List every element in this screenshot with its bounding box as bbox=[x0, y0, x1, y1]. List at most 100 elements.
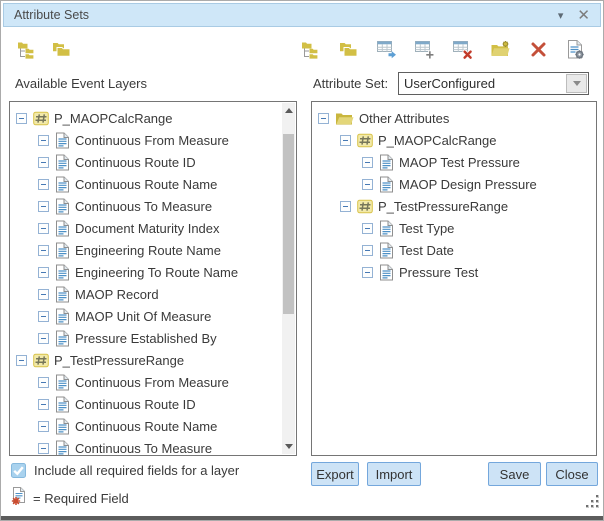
delete-icon[interactable] bbox=[527, 38, 549, 60]
tree-item-engineering-to-route-name[interactable]: Engineering To Route Name bbox=[16, 261, 296, 283]
tree-item-label: Continuous From Measure bbox=[75, 375, 229, 390]
required-field-legend: = Required Field bbox=[33, 491, 129, 506]
vertical-scrollbar[interactable] bbox=[282, 103, 295, 454]
field-icon bbox=[55, 154, 70, 171]
tree-item-continuous-route-id[interactable]: Continuous Route ID bbox=[16, 393, 296, 415]
tree-item-p-testpressurerange[interactable]: P_TestPressureRange bbox=[16, 349, 296, 371]
tree-item-continuous-route-name[interactable]: Continuous Route Name bbox=[16, 173, 296, 195]
collapse-expander-icon[interactable] bbox=[38, 179, 49, 190]
include-required-fields-row: Include all required fields for a layer bbox=[11, 462, 239, 478]
tree-item-continuous-to-measure[interactable]: Continuous To Measure bbox=[16, 437, 296, 456]
scroll-up-icon[interactable] bbox=[282, 103, 295, 118]
tree-item-maop-unit-of-measure[interactable]: MAOP Unit Of Measure bbox=[16, 305, 296, 327]
collapse-expander-icon[interactable] bbox=[38, 289, 49, 300]
available-event-layers-panel: P_MAOPCalcRange Continuous From Measure Co… bbox=[9, 101, 297, 456]
table-add-icon[interactable] bbox=[413, 38, 435, 60]
tree-item-maop-record[interactable]: MAOP Record bbox=[16, 283, 296, 305]
collapse-expander-icon[interactable] bbox=[38, 135, 49, 146]
include-required-fields-checkbox[interactable] bbox=[11, 463, 26, 478]
tree-item-pressure-established-by[interactable]: Pressure Established By bbox=[16, 327, 296, 349]
collapse-expander-icon[interactable] bbox=[38, 245, 49, 256]
field-icon bbox=[379, 242, 394, 259]
table-go-icon[interactable] bbox=[375, 38, 397, 60]
tree-item-continuous-to-measure[interactable]: Continuous To Measure bbox=[16, 195, 296, 217]
dropdown-button[interactable] bbox=[566, 74, 587, 93]
export-button[interactable]: Export bbox=[311, 462, 359, 486]
event-layer-icon bbox=[33, 353, 49, 368]
folder-gear-icon[interactable] bbox=[489, 38, 511, 60]
collapse-expander-icon[interactable] bbox=[38, 223, 49, 234]
tree-item-label: Continuous To Measure bbox=[75, 441, 212, 456]
collapse-expander-icon[interactable] bbox=[38, 267, 49, 278]
tree-item-label: P_TestPressureRange bbox=[378, 199, 508, 214]
collapse-expander-icon[interactable] bbox=[362, 267, 373, 278]
tree-item-test-date[interactable]: Test Date bbox=[318, 239, 596, 261]
tree-item-p-maopcalcrange[interactable]: P_MAOPCalcRange bbox=[16, 107, 296, 129]
attribute-set-dropdown[interactable]: UserConfigured bbox=[398, 72, 589, 95]
tree-item-label: Engineering Route Name bbox=[75, 243, 221, 258]
collapse-expander-icon[interactable] bbox=[38, 443, 49, 454]
required-field-legend-row: = Required Field bbox=[11, 486, 129, 510]
scrollbar-thumb[interactable] bbox=[283, 134, 294, 314]
tree-item-continuous-from-measure[interactable]: Continuous From Measure bbox=[16, 129, 296, 151]
required-field-icon bbox=[11, 486, 27, 510]
resize-grip[interactable] bbox=[585, 494, 600, 514]
tree-item-continuous-route-id[interactable]: Continuous Route ID bbox=[16, 151, 296, 173]
field-icon bbox=[55, 308, 70, 325]
tree-item-continuous-route-name[interactable]: Continuous Route Name bbox=[16, 415, 296, 437]
collapse-expander-icon[interactable] bbox=[38, 377, 49, 388]
tree-item-test-type[interactable]: Test Type bbox=[318, 217, 596, 239]
tree-item-pressure-test[interactable]: Pressure Test bbox=[318, 261, 596, 283]
collapse-expander-icon[interactable] bbox=[362, 245, 373, 256]
collapse-expander-icon[interactable] bbox=[16, 355, 27, 366]
available-event-layers-label: Available Event Layers bbox=[15, 76, 147, 91]
open-folders-icon[interactable] bbox=[50, 38, 72, 60]
expand-tree-icon[interactable] bbox=[15, 38, 37, 60]
expand-tree-icon[interactable] bbox=[299, 38, 321, 60]
field-icon bbox=[55, 374, 70, 391]
tree-item-maop-test-pressure[interactable]: MAOP Test Pressure bbox=[318, 151, 596, 173]
tree-item-label: MAOP Test Pressure bbox=[399, 155, 520, 170]
import-button[interactable]: Import bbox=[367, 462, 421, 486]
event-layer-icon bbox=[357, 199, 373, 214]
collapse-expander-icon[interactable] bbox=[38, 399, 49, 410]
save-button[interactable]: Save bbox=[488, 462, 541, 486]
close-button[interactable]: Close bbox=[546, 462, 598, 486]
field-icon bbox=[55, 264, 70, 281]
collapse-expander-icon[interactable] bbox=[16, 113, 27, 124]
window-menu-caret-icon[interactable]: ▾ bbox=[558, 9, 564, 22]
collapse-expander-icon[interactable] bbox=[38, 311, 49, 322]
collapse-expander-icon[interactable] bbox=[362, 179, 373, 190]
tree-item-label: Pressure Test bbox=[399, 265, 478, 280]
collapse-expander-icon[interactable] bbox=[340, 135, 351, 146]
collapse-expander-icon[interactable] bbox=[340, 201, 351, 212]
collapse-expander-icon[interactable] bbox=[362, 223, 373, 234]
scroll-down-icon[interactable] bbox=[282, 439, 295, 454]
dialog-title: Attribute Sets bbox=[14, 8, 89, 22]
tree-item-label: Continuous From Measure bbox=[75, 133, 229, 148]
tree-item-label: Document Maturity Index bbox=[75, 221, 220, 236]
tree-item-continuous-from-measure[interactable]: Continuous From Measure bbox=[16, 371, 296, 393]
tree-item-label: MAOP Design Pressure bbox=[399, 177, 537, 192]
tree-item-document-maturity-index[interactable]: Document Maturity Index bbox=[16, 217, 296, 239]
collapse-expander-icon[interactable] bbox=[38, 421, 49, 432]
collapse-expander-icon[interactable] bbox=[362, 157, 373, 168]
open-folders-icon[interactable] bbox=[337, 38, 359, 60]
tree-item-label: Continuous Route ID bbox=[75, 397, 196, 412]
properties-icon[interactable] bbox=[565, 38, 587, 60]
field-icon bbox=[379, 264, 394, 281]
tree-item-maop-design-pressure[interactable]: MAOP Design Pressure bbox=[318, 173, 596, 195]
tree-item-p-maopcalcrange[interactable]: P_MAOPCalcRange bbox=[318, 129, 596, 151]
tree-item-other-attributes[interactable]: Other Attributes bbox=[318, 107, 596, 129]
collapse-expander-icon[interactable] bbox=[38, 201, 49, 212]
chevron-down-icon bbox=[573, 81, 581, 86]
close-icon[interactable]: ✕ bbox=[577, 6, 590, 24]
collapse-expander-icon[interactable] bbox=[38, 157, 49, 168]
tree-item-label: P_TestPressureRange bbox=[54, 353, 184, 368]
collapse-expander-icon[interactable] bbox=[318, 113, 329, 124]
table-remove-icon[interactable] bbox=[451, 38, 473, 60]
collapse-expander-icon[interactable] bbox=[38, 333, 49, 344]
field-icon bbox=[55, 440, 70, 457]
tree-item-engineering-route-name[interactable]: Engineering Route Name bbox=[16, 239, 296, 261]
tree-item-p-testpressurerange[interactable]: P_TestPressureRange bbox=[318, 195, 596, 217]
